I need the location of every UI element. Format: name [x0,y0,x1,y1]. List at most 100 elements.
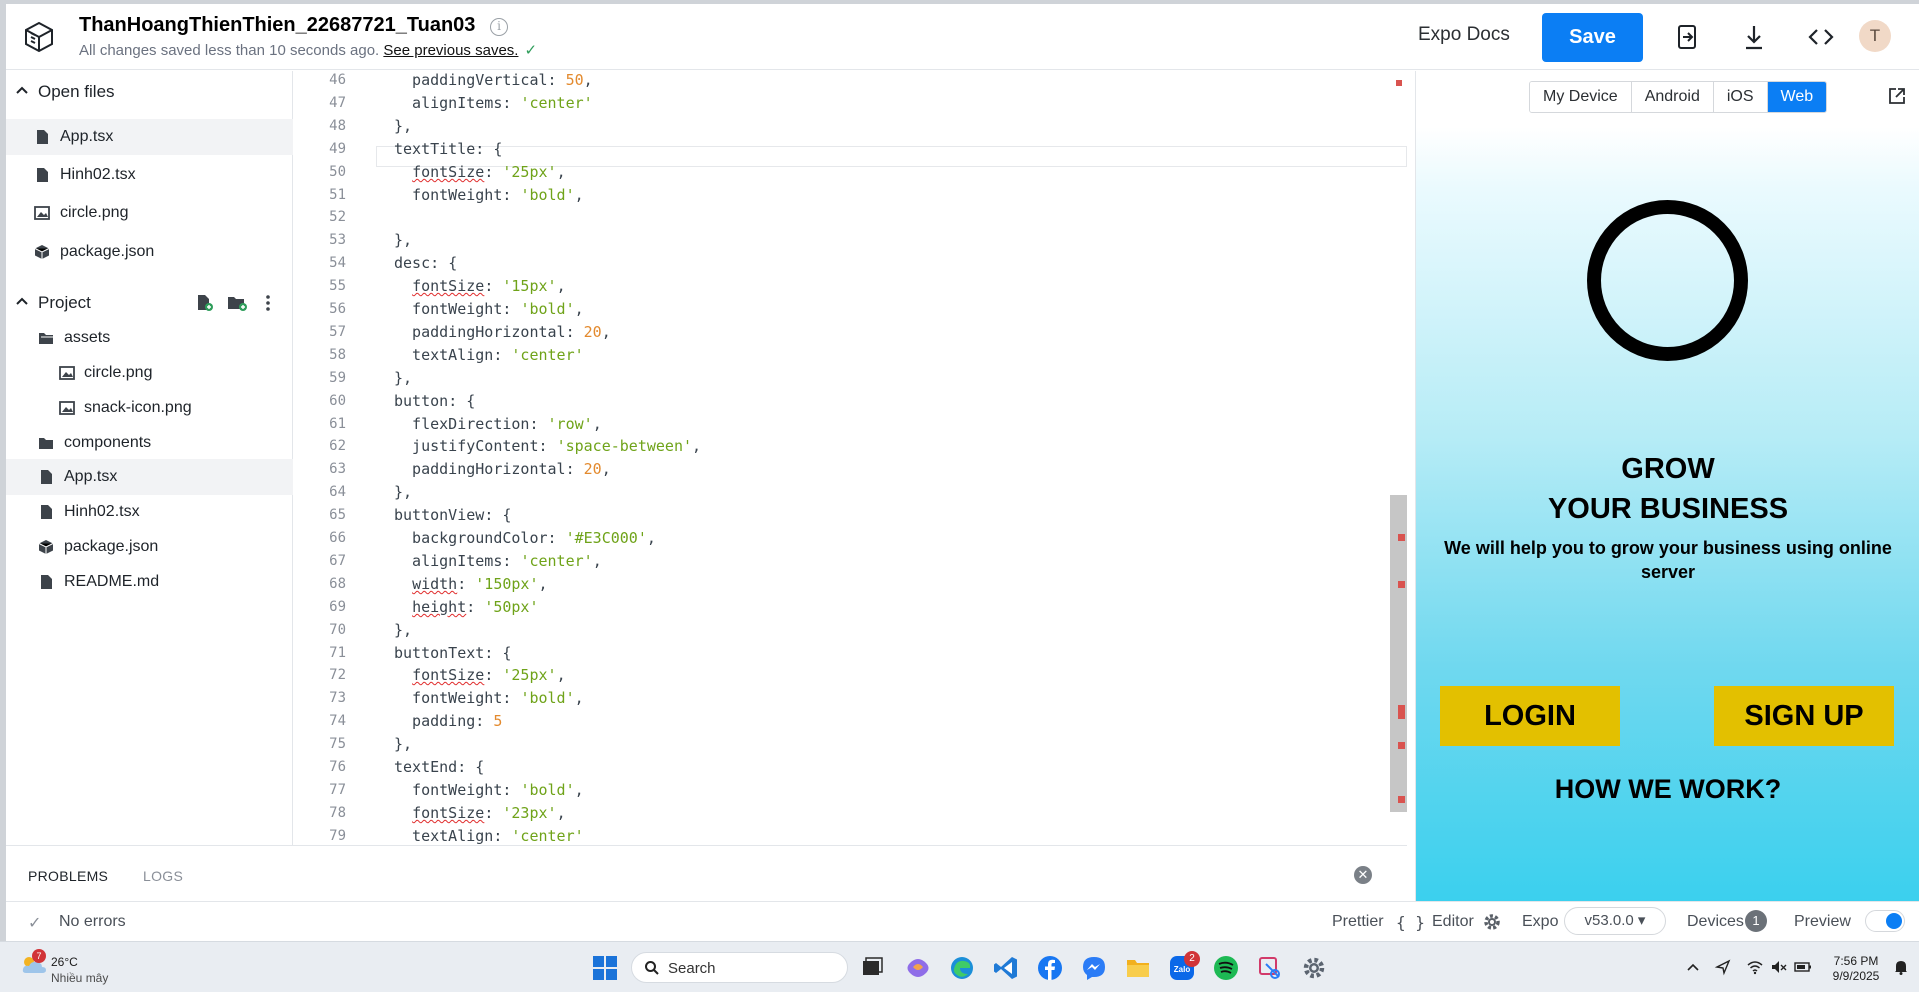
settings-gear-icon[interactable] [1301,955,1327,981]
code-line[interactable]: fontSize: '25px', [394,666,566,684]
lint-error-squiggle[interactable]: height [412,598,466,616]
sdk-version-select[interactable]: v53.0.0 ▾ [1564,907,1666,935]
code-line[interactable]: backgroundColor: '#E3C000', [394,529,656,547]
code-line[interactable]: }, [394,117,412,135]
code-line[interactable]: fontWeight: 'bold', [394,300,584,318]
info-icon[interactable]: i [490,18,508,36]
export-icon[interactable] [1672,21,1702,53]
chevron-up-icon[interactable] [1684,958,1702,976]
open-file-item[interactable]: Hinh02.tsx [6,157,293,193]
errors-status[interactable]: No errors [59,913,126,931]
tree-item-folder[interactable]: components [6,425,293,461]
code-line[interactable]: padding: 5 [394,712,502,730]
tab-web[interactable]: Web [1767,82,1827,112]
spotify-icon[interactable] [1213,955,1239,981]
code-line[interactable]: textEnd: { [394,758,484,776]
code-line[interactable]: buttonView: { [394,506,511,524]
previous-saves-link[interactable]: See previous saves. [383,42,518,59]
task-view-icon[interactable] [859,955,885,981]
code-line[interactable]: fontSize: '23px', [394,804,566,822]
edge-browser-icon[interactable] [949,955,975,981]
code-line[interactable]: desc: { [394,254,457,272]
copilot-icon[interactable] [905,955,931,981]
scrollbar-thumb[interactable] [1390,495,1407,812]
code-line[interactable]: justifyContent: 'space-between', [394,437,701,455]
code-editor[interactable]: 46 paddingVertical: 50, 47 alignItems: 'c… [294,71,1407,845]
tree-item-file[interactable]: package.json [6,529,293,565]
new-file-icon[interactable] [195,294,213,312]
code-line[interactable]: buttonText: { [394,644,511,662]
volume-muted-icon[interactable] [1770,958,1788,976]
code-line[interactable]: alignItems: 'center', [394,552,602,570]
tab-ios[interactable]: iOS [1713,82,1768,112]
code-line[interactable]: paddingHorizontal: 20, [394,323,611,341]
project-title[interactable]: ThanHoangThienThien_22687721_Tuan03 [79,14,475,37]
file-explorer-icon[interactable] [1125,955,1151,981]
code-line[interactable]: fontWeight: 'bold', [394,186,584,204]
lint-error-squiggle[interactable]: fontSize [412,666,484,684]
open-files-header[interactable]: Open files [6,79,293,109]
code-line[interactable]: paddingHorizontal: 20, [394,460,611,478]
code-line[interactable]: textTitle: { [394,140,502,158]
tree-item-file[interactable]: README.md [6,564,293,600]
lint-error-squiggle[interactable]: fontSize [412,277,484,295]
weather-temperature[interactable]: 26°C [51,955,78,969]
facebook-icon[interactable] [1037,955,1063,981]
messenger-icon[interactable] [1081,955,1107,981]
code-line[interactable]: fontWeight: 'bold', [394,781,584,799]
notification-icon[interactable] [1892,958,1910,976]
wifi-icon[interactable] [1746,958,1764,976]
code-line[interactable]: }, [394,483,412,501]
snack-logo-icon[interactable] [22,20,56,54]
taskbar-clock[interactable]: 7:56 PM 9/9/2025 [1828,954,1884,984]
code-line[interactable]: fontWeight: 'bold', [394,689,584,707]
code-line[interactable]: fontSize: '15px', [394,277,566,295]
tree-item-file[interactable]: App.tsx [6,459,293,495]
open-external-icon[interactable] [1887,86,1907,106]
gear-icon[interactable] [1482,912,1502,932]
taskbar-search[interactable]: Search [631,952,848,983]
code-line[interactable]: textAlign: 'center' [394,346,584,364]
code-line[interactable]: height: '50px' [394,598,538,616]
signup-button[interactable]: SIGN UP [1714,686,1894,746]
location-icon[interactable] [1714,958,1732,976]
download-icon[interactable] [1739,21,1769,53]
tree-item-folder[interactable]: assets [6,320,293,356]
code-line[interactable]: }, [394,621,412,639]
devices-label[interactable]: Devices [1687,913,1744,931]
user-avatar[interactable]: T [1859,20,1891,52]
tab-android[interactable]: Android [1631,82,1714,112]
snipping-tool-icon[interactable] [1257,955,1283,981]
prettier-label[interactable]: Prettier [1332,913,1384,931]
login-button[interactable]: LOGIN [1440,686,1620,746]
editor-label[interactable]: Editor [1432,913,1474,931]
code-line[interactable]: flexDirection: 'row', [394,415,602,433]
tab-problems[interactable]: PROBLEMS [28,868,108,884]
code-line[interactable]: button: { [394,392,475,410]
lint-error-squiggle[interactable]: fontSize [412,163,484,181]
close-panel-icon[interactable]: ✕ [1354,866,1372,884]
code-line[interactable]: }, [394,231,412,249]
lint-error-squiggle[interactable]: width [412,575,457,593]
open-file-item[interactable]: App.tsx [6,119,293,155]
tab-my-device[interactable]: My Device [1530,82,1632,112]
project-header[interactable]: Project [6,290,293,320]
expo-docs-link[interactable]: Expo Docs [1418,24,1510,46]
open-file-item[interactable]: package.json [6,234,293,270]
embed-code-icon[interactable] [1806,21,1836,53]
save-button[interactable]: Save [1542,13,1643,62]
code-line[interactable]: }, [394,369,412,387]
tree-item-file[interactable]: Hinh02.tsx [6,494,293,530]
code-line[interactable]: textAlign: 'center' [394,827,584,845]
new-folder-icon[interactable] [227,294,247,312]
code-line[interactable]: width: '150px', [394,575,547,593]
tree-item-file[interactable]: snack-icon.png [6,390,293,426]
battery-icon[interactable] [1794,958,1812,976]
tree-item-file[interactable]: circle.png [6,355,293,391]
code-line[interactable]: }, [394,735,412,753]
lint-error-squiggle[interactable]: fontSize [412,804,484,822]
code-line[interactable]: alignItems: 'center' [394,94,593,112]
more-vertical-icon[interactable] [264,294,272,312]
code-line[interactable]: paddingVertical: 50, [394,71,593,89]
weather-description[interactable]: Nhiều mây [51,971,108,985]
